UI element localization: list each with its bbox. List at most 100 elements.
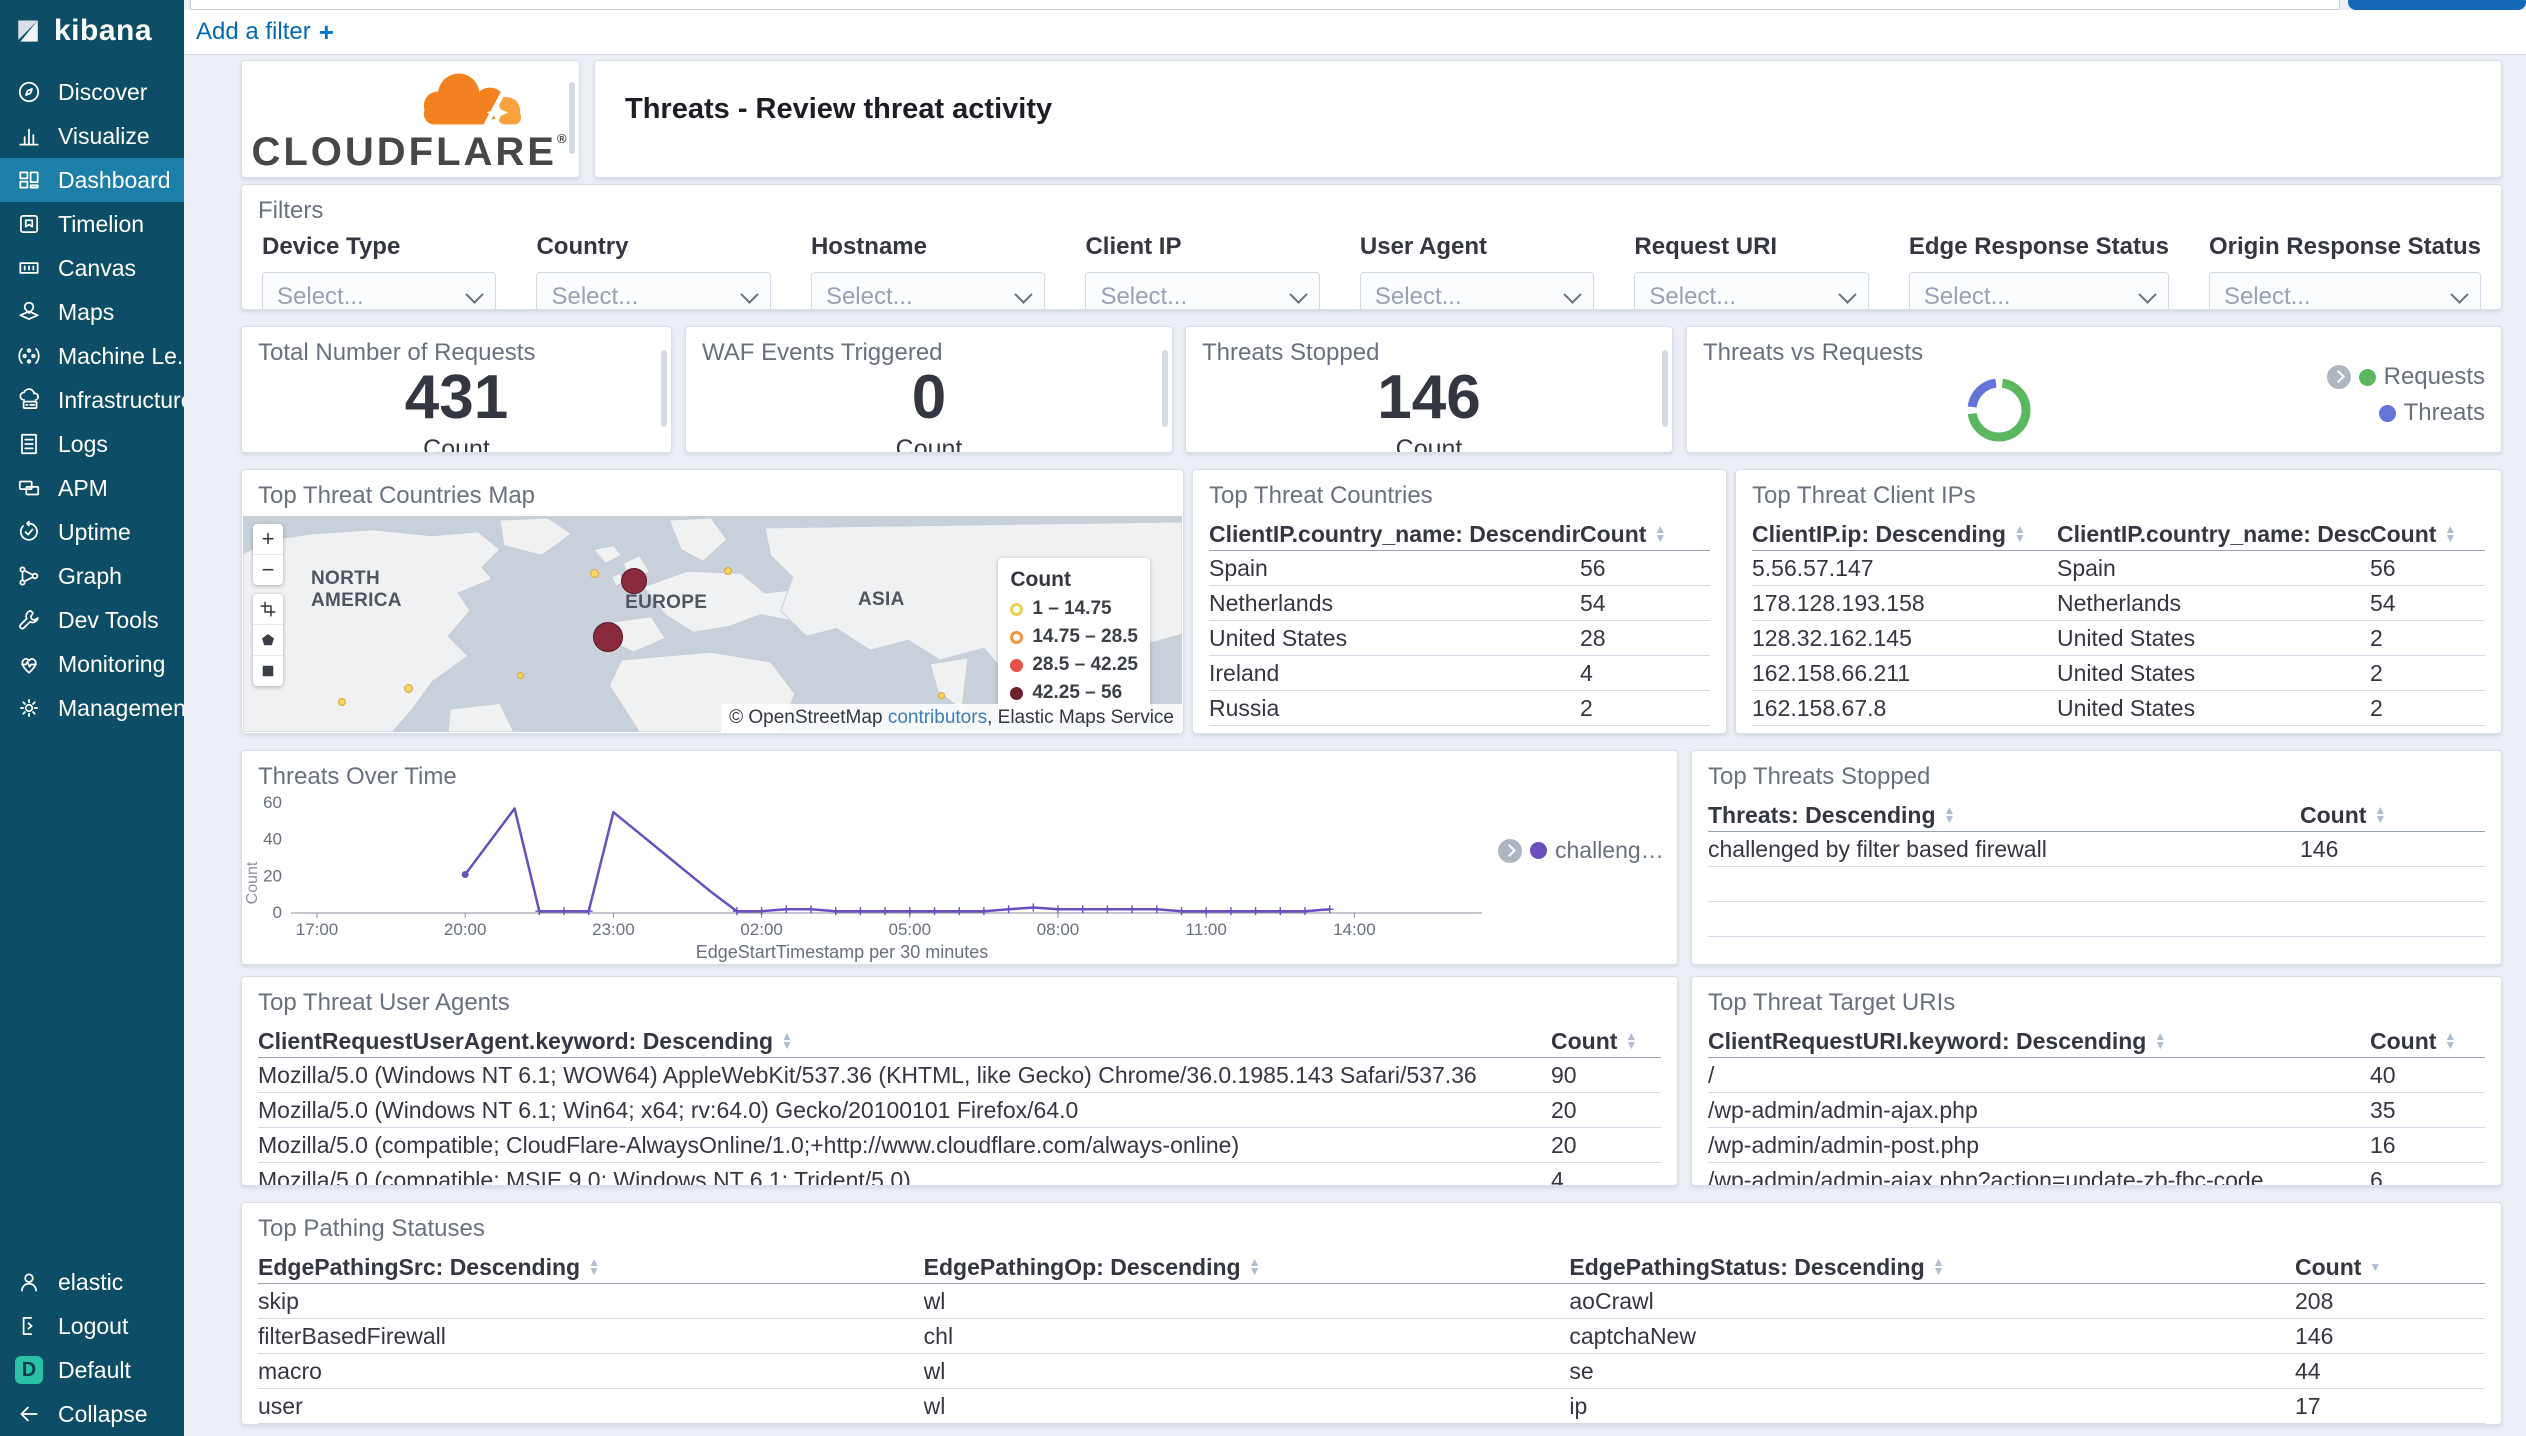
table-header-row: ClientIP.country_name: Descending▲▼Count… bbox=[1209, 518, 1710, 551]
legend-marker bbox=[1010, 602, 1024, 616]
column-header-clientrequestuseragent-keyword-descending[interactable]: ClientRequestUserAgent.keyword: Descendi… bbox=[258, 1028, 1551, 1055]
column-header-count[interactable]: Count ▲ ▼ bbox=[2370, 1028, 2485, 1055]
polygon-tool-button[interactable] bbox=[253, 625, 283, 656]
legend-series-label[interactable]: Requests bbox=[2384, 363, 2485, 391]
column-header-edgepathingop-descending[interactable]: EdgePathingOp: Descending ▲ ▼ bbox=[924, 1254, 1570, 1281]
sidebar-item-logs[interactable]: Logs bbox=[0, 422, 184, 466]
filter-placeholder: Select... bbox=[1923, 283, 2011, 310]
zoom-in-button[interactable]: + bbox=[253, 524, 283, 555]
table-row-empty bbox=[1708, 902, 2485, 937]
zoom-out-button[interactable]: − bbox=[253, 555, 283, 585]
column-header-count[interactable]: Count ▲ ▼ bbox=[2370, 521, 2485, 548]
column-header-count[interactable]: Count ▼ bbox=[2295, 1254, 2485, 1281]
legend-series-label[interactable]: Threats bbox=[2404, 399, 2485, 427]
sidebar-item-logout[interactable]: Logout bbox=[0, 1304, 184, 1348]
line-chart: 0 20 40 60 Count 17:00 20:00 23:00 02:00 05:00 08:… bbox=[242, 791, 1677, 962]
table-row: Spain 56 bbox=[1209, 551, 1710, 586]
sidebar-nav: Discover Visualize Dashboard Timelion Canvas… bbox=[0, 70, 184, 730]
table-row: macro wl se 44 bbox=[258, 1354, 2485, 1389]
legend-expand-icon[interactable] bbox=[1498, 838, 1522, 863]
column-header-count[interactable]: Count ▲ ▼ bbox=[2300, 802, 2485, 829]
canvas-icon bbox=[15, 254, 43, 282]
sidebar-item-graph[interactable]: Graph bbox=[0, 554, 184, 598]
rect-tool-button[interactable] bbox=[253, 656, 283, 686]
table-cell: /wp-admin/admin-ajax.php bbox=[1708, 1096, 1978, 1123]
filter-label: Origin Response Status bbox=[2208, 233, 2481, 260]
sidebar-item-monitoring[interactable]: Monitoring bbox=[0, 642, 184, 686]
panel-title: Top Threat User Agents bbox=[258, 989, 510, 1016]
kibana-logo[interactable]: kibana bbox=[0, 0, 184, 62]
column-header-edgepathingsrc-descending[interactable]: EdgePathingSrc: Descending ▲ ▼ bbox=[258, 1254, 924, 1281]
sidebar-item-timelion[interactable]: Timelion bbox=[0, 202, 184, 246]
update-button[interactable] bbox=[2348, 0, 2526, 10]
table-cell: skip bbox=[258, 1287, 299, 1314]
pie-legend-item: Requests bbox=[2326, 363, 2485, 391]
filter-select-request-uri[interactable]: Select... bbox=[1634, 272, 1869, 309]
sidebar-item-apm[interactable]: APM bbox=[0, 466, 184, 510]
filter-select-origin-response-status[interactable]: Select... bbox=[2208, 272, 2481, 309]
table-row: /wp-admin/admin-ajax.php?action=update-z… bbox=[1708, 1163, 2485, 1186]
sidebar-item-infrastructure[interactable]: Infrastructure bbox=[0, 378, 184, 422]
table-row: United States 28 bbox=[1209, 621, 1710, 656]
sidebar-item-dev-tools[interactable]: Dev Tools bbox=[0, 598, 184, 642]
table-row: Russia 2 bbox=[1209, 691, 1710, 726]
sidebar-item-collapse[interactable]: Collapse bbox=[0, 1392, 184, 1436]
sidebar-item-management[interactable]: Management bbox=[0, 686, 184, 730]
map-point bbox=[620, 567, 647, 594]
filter-select-user-agent[interactable]: Select... bbox=[1359, 272, 1595, 309]
column-header-clientip-country-name-descending[interactable]: ClientIP.country_name: Descending▲▼ bbox=[1209, 521, 1580, 548]
map-canvas[interactable]: NORTH AMERICA EUROPE ASIA + − Count 1 – 1… bbox=[243, 516, 1182, 732]
chevron-down-icon bbox=[740, 284, 759, 304]
sidebar-item-label: Monitoring bbox=[58, 650, 166, 677]
svg-text:20: 20 bbox=[263, 866, 282, 885]
legend-series-label[interactable]: challenged b... bbox=[1555, 837, 1665, 864]
column-label: Count bbox=[2370, 1027, 2437, 1054]
column-header-count[interactable]: Count ▲ ▼ bbox=[1551, 1028, 1661, 1055]
column-header-edgepathingstatus-descending[interactable]: EdgePathingStatus: Descending ▲ ▼ bbox=[1569, 1254, 2295, 1281]
filter-select-device-type[interactable]: Select... bbox=[262, 272, 497, 309]
column-header-threats-descending[interactable]: Threats: Descending ▲ ▼ bbox=[1708, 802, 2300, 829]
legend-expand-icon[interactable] bbox=[2326, 365, 2351, 389]
svg-text:23:00: 23:00 bbox=[592, 920, 635, 939]
filter-select-hostname[interactable]: Select... bbox=[810, 272, 1046, 309]
column-header-clientip-ip-descending[interactable]: ClientIP.ip: Descending ▲ ▼ bbox=[1752, 521, 2057, 548]
sidebar-item-uptime[interactable]: Uptime bbox=[0, 510, 184, 554]
filter-select-edge-response-status[interactable]: Select... bbox=[1908, 272, 2169, 310]
filter-select-country[interactable]: Select... bbox=[536, 272, 771, 309]
column-header-clientip-country-name-descending[interactable]: ClientIP.country_name: Descending▲▼ bbox=[2057, 521, 2370, 548]
table-cell: chl bbox=[923, 1322, 954, 1349]
column-label: Count bbox=[2370, 520, 2437, 547]
query-input[interactable] bbox=[190, 0, 2340, 10]
column-label: Count bbox=[2300, 801, 2367, 828]
add-filter-link[interactable]: Add a filter bbox=[196, 18, 311, 46]
table-cell: 208 bbox=[2295, 1287, 2334, 1314]
column-header-clientrequesturi-keyword-descending[interactable]: ClientRequestURI.keyword: Descending ▲ ▼ bbox=[1708, 1028, 2370, 1055]
filter-client-ip: Client IP Select... bbox=[1085, 233, 1320, 309]
legend-series-dot bbox=[2358, 368, 2376, 386]
map-legend: Count 1 – 14.75 14.75 – 28.5 28.5 – 42.25 4… bbox=[998, 558, 1150, 720]
sidebar-item-maps[interactable]: Maps bbox=[0, 290, 184, 334]
sidebar-item-discover[interactable]: Discover bbox=[0, 70, 184, 114]
table-cell: Spain bbox=[1209, 554, 1268, 581]
table-cell: Mozilla/5.0 (Windows NT 6.1; WOW64) Appl… bbox=[258, 1061, 1477, 1088]
sidebar-item-label: Infrastructure bbox=[58, 386, 184, 413]
svg-text:0: 0 bbox=[273, 903, 282, 922]
map-legend-item: 14.75 – 28.5 bbox=[1010, 626, 1138, 648]
sidebar-item-machine-le[interactable]: Machine Le... bbox=[0, 334, 184, 378]
table-cell: 146 bbox=[2295, 1322, 2334, 1349]
filter-hostname: Hostname Select... bbox=[810, 233, 1046, 309]
table-cell: Ireland bbox=[1209, 659, 1280, 686]
column-header-count[interactable]: Count ▲ ▼ bbox=[1580, 521, 1710, 548]
sidebar-item-default[interactable]: D Default bbox=[0, 1348, 184, 1392]
sidebar-item-dashboard[interactable]: Dashboard bbox=[0, 158, 184, 202]
crop-tool-button[interactable] bbox=[253, 594, 283, 625]
plus-icon[interactable]: + bbox=[319, 17, 334, 48]
legend-range: 42.25 – 56 bbox=[1032, 682, 1123, 703]
sidebar-item-canvas[interactable]: Canvas bbox=[0, 246, 184, 290]
svg-text:05:00: 05:00 bbox=[889, 920, 932, 939]
sidebar-item-elastic[interactable]: elastic bbox=[0, 1260, 184, 1304]
sidebar-item-visualize[interactable]: Visualize bbox=[0, 114, 184, 158]
attribution-link[interactable]: contributors bbox=[888, 707, 987, 728]
filter-select-client-ip[interactable]: Select... bbox=[1085, 272, 1320, 309]
panel-total-requests: Total Number of Requests 431 Count bbox=[241, 326, 672, 453]
